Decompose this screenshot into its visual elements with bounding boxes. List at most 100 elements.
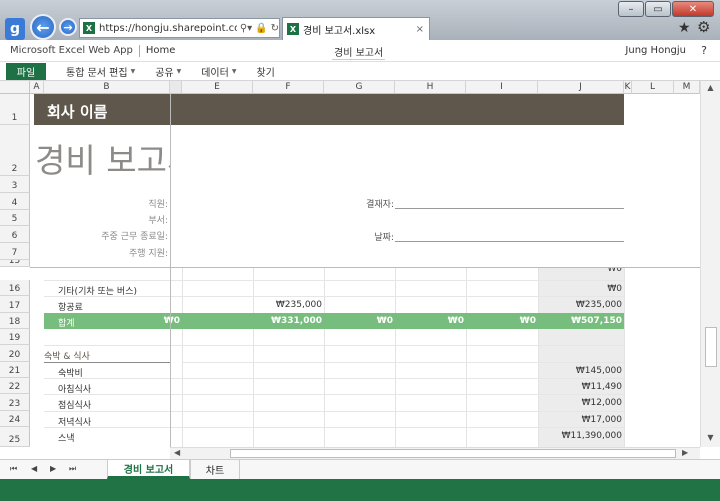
maximize-icon[interactable]: ▭ — [645, 1, 671, 17]
row-header[interactable]: 20 — [0, 345, 30, 362]
favorites-star-icon[interactable]: ★ — [678, 20, 691, 36]
column-header-m[interactable]: M — [674, 81, 700, 94]
google-toolbar-icon[interactable]: g — [5, 18, 25, 40]
row-header[interactable]: 23 — [0, 394, 30, 411]
tab-close-icon[interactable]: × — [416, 24, 424, 35]
first-sheet-icon[interactable]: ⏮ — [10, 464, 17, 474]
column-header-l[interactable]: L — [632, 81, 674, 94]
r23-label[interactable]: 점심식사 — [58, 398, 91, 411]
close-window-icon[interactable]: ✕ — [672, 1, 714, 17]
row-header[interactable]: 5 — [0, 210, 30, 226]
row-header[interactable]: 21 — [0, 362, 30, 378]
date-field[interactable] — [395, 241, 624, 242]
horizontal-scrollbar[interactable]: ◀ ▶ — [170, 447, 700, 459]
menu-label: 공유 — [155, 67, 174, 79]
scroll-down-icon[interactable]: ▼ — [701, 433, 720, 442]
r16-label[interactable]: 기타(기차 또는 버스) — [58, 284, 137, 297]
column-header-e[interactable]: E — [182, 81, 253, 94]
data-menu[interactable]: 데이터 ▼ — [201, 64, 236, 79]
column-header-h[interactable]: H — [395, 81, 466, 94]
scroll-right-icon[interactable]: ▶ — [682, 448, 688, 457]
vertical-scroll-thumb[interactable] — [705, 327, 717, 367]
user-name[interactable]: Jung Hongju — [625, 45, 686, 56]
r22-label[interactable]: 아침식사 — [58, 382, 91, 395]
r25-total[interactable]: ₩11,390,000 — [540, 431, 622, 441]
help-icon[interactable]: ? — [701, 44, 707, 57]
address-url[interactable]: https://hongju.sharepoint.com/ — [99, 23, 237, 34]
prev-sheet-icon[interactable]: ◀ — [31, 464, 37, 473]
row-header[interactable]: 6 — [0, 226, 30, 243]
total-f[interactable]: ₩331,000 — [255, 316, 322, 326]
spreadsheet-grid[interactable]: A B E F G H I J K L M 1 2 3 4 5 6 7 15 1… — [0, 81, 700, 447]
section-heading[interactable]: 숙박 & 식사 — [44, 349, 90, 362]
total-h[interactable]: ₩0 — [397, 316, 464, 326]
row-header[interactable]: 17 — [0, 296, 30, 313]
r24-total[interactable]: ₩17,000 — [540, 415, 622, 425]
total-e[interactable]: ₩0 — [154, 316, 180, 326]
search-icon[interactable]: ⚲▾ — [240, 23, 252, 34]
minimize-icon[interactable]: – — [618, 1, 644, 17]
find-menu[interactable]: 찾기 — [256, 64, 274, 79]
menu-label: 통합 문서 편집 — [66, 67, 128, 79]
total-g[interactable]: ₩0 — [326, 316, 393, 326]
column-header-a[interactable]: A — [30, 81, 44, 94]
row-header[interactable]: 2 — [0, 125, 30, 176]
column-header-f[interactable]: F — [253, 81, 324, 94]
total-i[interactable]: ₩0 — [468, 316, 536, 326]
column-header-j[interactable]: J — [538, 81, 624, 94]
r25-label[interactable]: 스낵 — [58, 431, 75, 444]
company-name[interactable]: 회사 이름 — [47, 101, 107, 122]
row-header[interactable]: 4 — [0, 193, 30, 210]
next-sheet-icon[interactable]: ▶ — [50, 464, 56, 473]
last-sheet-icon[interactable]: ⏭ — [69, 464, 76, 474]
report-title[interactable]: 경비 보고서 — [35, 134, 170, 182]
column-header-k[interactable]: K — [624, 81, 632, 94]
edit-workbook-menu[interactable]: 통합 문서 편집 ▼ — [66, 64, 135, 79]
refresh-icon[interactable]: ↻ — [271, 23, 279, 34]
row-header[interactable]: 22 — [0, 378, 30, 394]
row-header[interactable]: 24 — [0, 411, 30, 427]
r21-total[interactable]: ₩145,000 — [540, 366, 622, 376]
gridline — [538, 267, 539, 447]
row-header[interactable]: 25 — [0, 427, 30, 447]
row-header[interactable]: 18 — [0, 313, 30, 329]
scroll-left-icon[interactable]: ◀ — [174, 448, 180, 457]
scroll-up-icon[interactable]: ▲ — [701, 83, 720, 92]
total-j[interactable]: ₩507,150 — [540, 316, 622, 326]
share-menu[interactable]: 공유 ▼ — [155, 64, 181, 79]
vertical-scrollbar[interactable]: ▲ ▼ — [700, 81, 720, 447]
gear-icon[interactable]: ⚙ — [697, 18, 710, 36]
app-name[interactable]: Microsoft Excel Web App — [10, 45, 133, 56]
tab-expense-report[interactable]: 경비 보고서 — [107, 460, 190, 479]
column-header-b[interactable]: B — [44, 81, 170, 94]
r24-label[interactable]: 저녁식사 — [58, 415, 91, 428]
row-header[interactable]: 1 — [0, 94, 30, 125]
select-all-corner[interactable] — [0, 81, 30, 94]
row-header[interactable]: 3 — [0, 176, 30, 193]
r22-total[interactable]: ₩11,490 — [540, 382, 622, 392]
row-header[interactable]: 16 — [0, 280, 30, 296]
r17-total[interactable]: ₩235,000 — [540, 300, 622, 310]
browser-tab[interactable]: X 경비 보고서.xlsx × — [282, 17, 430, 40]
section-underline — [44, 362, 170, 363]
r23-total[interactable]: ₩12,000 — [540, 398, 622, 408]
row-header[interactable]: 7 — [0, 243, 30, 260]
horizontal-scroll-thumb[interactable] — [230, 449, 676, 458]
address-bar[interactable]: X https://hongju.sharepoint.com/ ⚲▾ 🔒 ↻ — [79, 18, 280, 38]
arrow-right-icon[interactable]: → — [59, 18, 77, 36]
r15-total[interactable]: ₩0 — [540, 268, 622, 274]
r16-total[interactable]: ₩0 — [540, 284, 622, 294]
file-menu-button[interactable]: 파일 — [6, 62, 46, 80]
column-header-i[interactable]: I — [466, 81, 538, 94]
home-link[interactable]: Home — [146, 45, 176, 56]
r17-label[interactable]: 항공료 — [58, 300, 83, 313]
arrow-left-icon[interactable]: ← — [30, 14, 56, 40]
r21-label[interactable]: 숙박비 — [58, 366, 83, 379]
tab-chart[interactable]: 차트 — [190, 460, 240, 479]
row-header[interactable]: 19 — [0, 329, 30, 345]
row-header[interactable]: 15 — [0, 260, 30, 267]
r17-f[interactable]: ₩235,000 — [255, 300, 322, 310]
approver-field[interactable] — [395, 208, 624, 209]
column-header-g[interactable]: G — [324, 81, 395, 94]
total-label[interactable]: 합계 — [58, 316, 75, 329]
